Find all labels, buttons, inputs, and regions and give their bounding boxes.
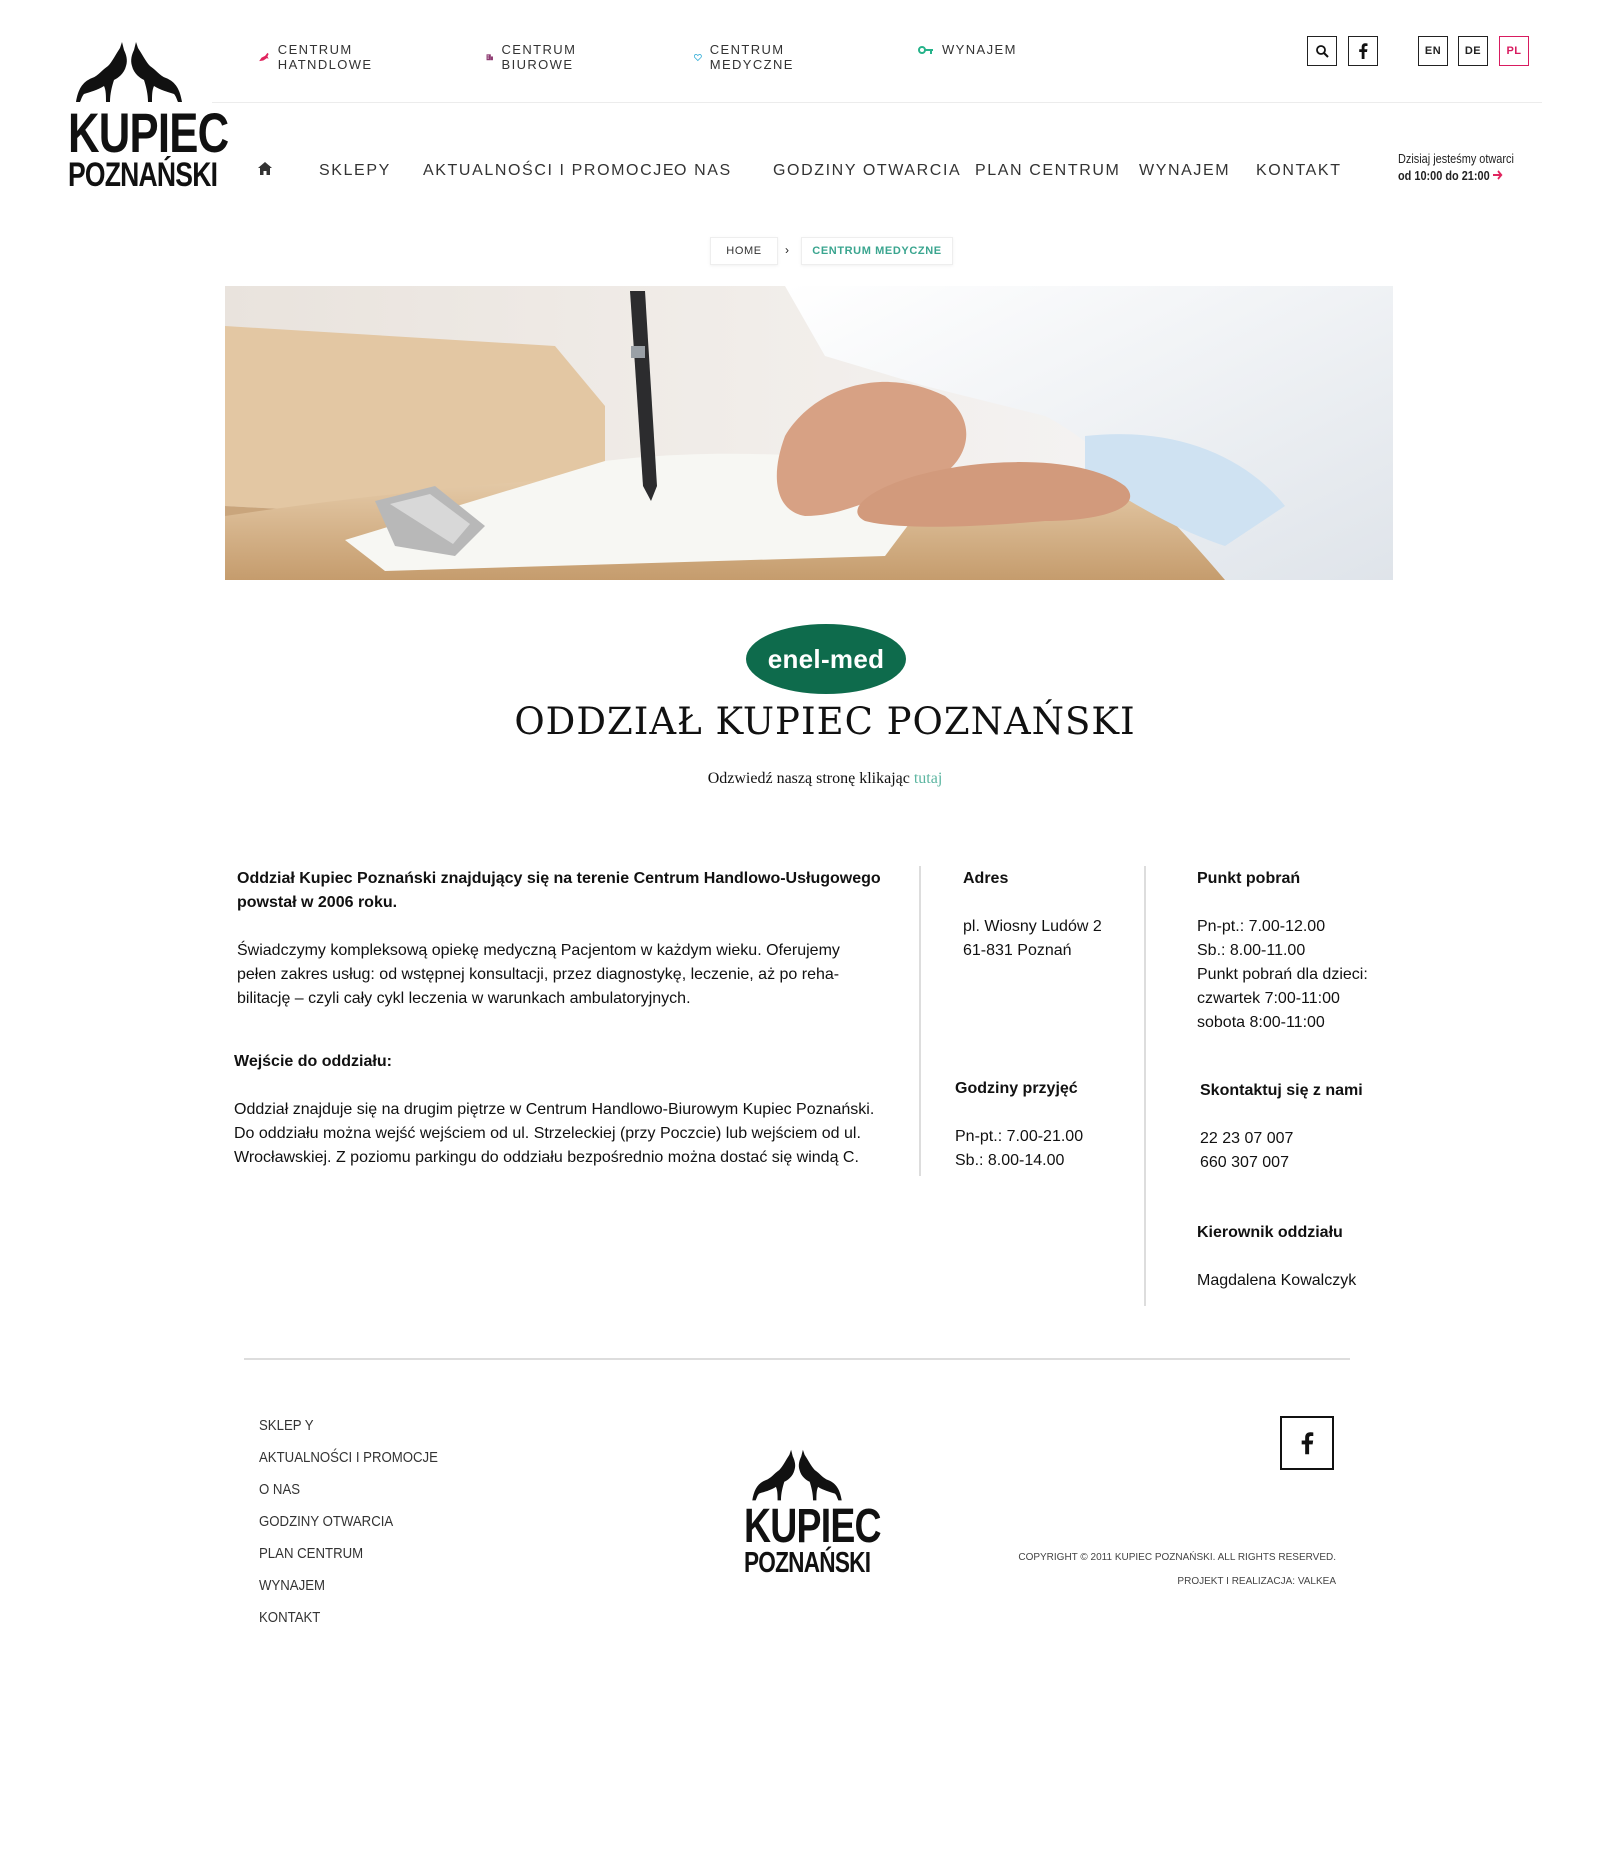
intro-block: Oddział Kupiec Poznański znajdujący się … — [237, 867, 917, 1011]
visit-link[interactable]: tutaj — [914, 770, 942, 787]
lang-en[interactable]: EN — [1418, 36, 1448, 66]
intro-line2: pełen zakres usług: od wstępnej konsulta… — [237, 966, 840, 983]
lab-line3: Punkt pobrań dla dzieci: — [1197, 966, 1368, 983]
clinic-title: ODDZIAŁ KUPIEC POZNAŃSKI — [514, 700, 1136, 743]
footer-logo-line1: KUPIEC — [744, 1500, 882, 1553]
footer-link-about[interactable]: O NAS — [259, 1474, 438, 1506]
section-label: WYNAJEM — [942, 42, 1017, 57]
footer-link-news[interactable]: AKTUALNOŚCI I PROMOCJE — [259, 1442, 438, 1474]
footer-link-shops[interactable]: SKLEP Y — [259, 1410, 438, 1442]
key-icon — [918, 45, 933, 54]
logo-line1: KUPIEC — [68, 101, 229, 164]
manager-name: Magdalena Kowalczyk — [1197, 1272, 1357, 1289]
opening-today-line1: Dzisiaj jesteśmy otwarci — [1398, 151, 1514, 166]
footer-link-plan[interactable]: PLAN CENTRUM — [259, 1538, 438, 1570]
hours-line2: Sb.: 8.00-14.00 — [955, 1152, 1065, 1169]
nav-contact[interactable]: KONTAKT — [1256, 162, 1342, 180]
entrance-line3: Wrocławskiej. Z poziomu parkingu do oddz… — [234, 1149, 859, 1166]
column-divider-1 — [919, 866, 921, 1176]
visit-text: Odzwiedź naszą stronę klikając — [707, 770, 910, 787]
visit-line: Odzwiedź naszą stronę klikając tutaj — [0, 770, 1600, 788]
breadcrumb-separator: › — [785, 243, 789, 257]
home-icon — [258, 162, 272, 175]
home-button[interactable] — [258, 162, 272, 180]
facebook-button[interactable] — [1348, 36, 1378, 66]
search-button[interactable] — [1307, 36, 1337, 66]
section-label: CENTRUM MEDYCZNE — [709, 42, 794, 72]
entrance-line1: Oddział znajduje się na drugim piętrze w… — [234, 1101, 875, 1118]
lab-line2: Sb.: 8.00-11.00 — [1197, 942, 1306, 959]
footer-link-hours[interactable]: GODZINY OTWARCIA — [259, 1506, 438, 1538]
address-block: Adres pl. Wiosny Ludów 2 61-831 Poznań — [963, 867, 1133, 963]
lang-de[interactable]: DE — [1458, 36, 1488, 66]
lang-pl[interactable]: PL — [1499, 36, 1529, 66]
opening-today-hours: od 10:00 do 21:00 — [1398, 168, 1490, 183]
address-title: Adres — [963, 870, 1009, 887]
intro-line3: bilitację – czyli cały cykl leczenia w w… — [237, 990, 691, 1007]
hours-title: Godziny przyjęć — [955, 1080, 1078, 1097]
lab-block: Punkt pobrań Pn-pt.: 7.00-12.00 Sb.: 8.0… — [1197, 867, 1397, 1035]
lab-title: Punkt pobrań — [1197, 870, 1301, 887]
lab-line5: sobota 8:00-11:00 — [1197, 1014, 1325, 1031]
footer-logo-line2: POZNAŃSKI — [744, 1547, 871, 1579]
logo-line2: POZNAŃSKI — [68, 156, 218, 194]
breadcrumb-home[interactable]: HOME — [710, 237, 778, 265]
intro-bold-line2: powstał w 2006 roku. — [237, 894, 398, 911]
intro-bold-line1: Oddział Kupiec Poznański znajdujący się … — [237, 870, 881, 887]
section-link-office[interactable]: CENTRUM BIUROWE — [486, 42, 583, 72]
breadcrumb-current: CENTRUM MEDYCZNE — [801, 237, 953, 265]
entrance-line2: Do oddziału można wejść wejściem od ul. … — [234, 1125, 861, 1142]
nav-about[interactable]: O NAS — [674, 162, 732, 180]
footer-facebook-button[interactable] — [1280, 1416, 1334, 1470]
section-label: CENTRUM BIUROWE — [501, 42, 577, 72]
nav-rent[interactable]: WYNAJEM — [1139, 162, 1230, 180]
horses-logo-icon — [76, 42, 182, 102]
lab-line1: Pn-pt.: 7.00-12.00 — [1197, 918, 1326, 935]
manager-title: Kierownik oddziału — [1197, 1224, 1343, 1241]
building-icon — [486, 54, 493, 61]
hero-image — [225, 286, 1393, 580]
facebook-icon — [1359, 43, 1368, 59]
footer-link-contact[interactable]: KONTAKT — [259, 1602, 438, 1634]
section-link-medical[interactable]: CENTRUM MEDYCZNE — [694, 42, 800, 72]
column-divider-2 — [1144, 866, 1146, 1306]
heart-icon — [694, 53, 702, 61]
entrance-title: Wejście do oddziału: — [234, 1053, 392, 1070]
nav-news[interactable]: AKTUALNOŚCI I PROMOCJE — [423, 162, 675, 180]
address-line1: pl. Wiosny Ludów 2 — [963, 918, 1102, 935]
nav-shops[interactable]: SKLEPY — [319, 162, 391, 180]
manager-block: Kierownik oddziału Magdalena Kowalczyk — [1197, 1221, 1397, 1293]
horses-logo-icon — [752, 1449, 842, 1501]
opening-today[interactable]: Dzisiaj jesteśmy otwarci od 10:00 do 21:… — [1398, 150, 1536, 184]
hours-line1: Pn-pt.: 7.00-21.00 — [955, 1128, 1084, 1145]
hours-block: Godziny przyjęć Pn-pt.: 7.00-21.00 Sb.: … — [955, 1077, 1135, 1173]
section-link-rent[interactable]: WYNAJEM — [918, 42, 1017, 57]
entrance-block: Wejście do oddziału: Oddział znajduje si… — [234, 1050, 924, 1170]
footer-divider — [244, 1358, 1350, 1360]
site-logo[interactable]: KUPIEC POZNAŃSKI — [68, 40, 229, 194]
horse-icon — [259, 52, 269, 62]
arrow-right-icon — [1492, 170, 1503, 180]
nav-opening-hours[interactable]: GODZINY OTWARCIA — [773, 162, 961, 180]
doctor-writing-image — [225, 286, 1393, 580]
address-line2: 61-831 Poznań — [963, 942, 1072, 959]
contact-phone1[interactable]: 22 23 07 007 — [1200, 1127, 1400, 1151]
search-icon — [1316, 45, 1329, 58]
section-link-commercial[interactable]: CENTRUM HATNDLOWE — [258, 42, 381, 72]
section-label: CENTRUM HATNDLOWE — [277, 42, 373, 72]
header-divider — [212, 102, 1542, 103]
contact-block: Skontaktuj się z nami 22 23 07 007 660 3… — [1200, 1079, 1400, 1175]
contact-title: Skontaktuj się z nami — [1200, 1082, 1363, 1099]
contact-phone2[interactable]: 660 307 007 — [1200, 1151, 1400, 1175]
footer-nav: SKLEP Y AKTUALNOŚCI I PROMOCJE O NAS GOD… — [259, 1410, 462, 1634]
facebook-icon — [1301, 1432, 1314, 1455]
lab-line4: czwartek 7:00-11:00 — [1197, 990, 1340, 1007]
footer-logo[interactable]: KUPIEC POZNAŃSKI — [744, 1448, 882, 1579]
footer-link-rent[interactable]: WYNAJEM — [259, 1570, 438, 1602]
enel-med-logo[interactable]: enel-med — [746, 624, 906, 694]
intro-line1: Świadczymy kompleksową opiekę medyczną P… — [237, 942, 840, 959]
nav-center-plan[interactable]: PLAN CENTRUM — [975, 162, 1120, 180]
credits[interactable]: PROJEKT I REALIZACJA: VALKEA — [1000, 1576, 1336, 1587]
copyright: COPYRIGHT © 2011 KUPIEC POZNAŃSKI. ALL R… — [1018, 1552, 1336, 1563]
